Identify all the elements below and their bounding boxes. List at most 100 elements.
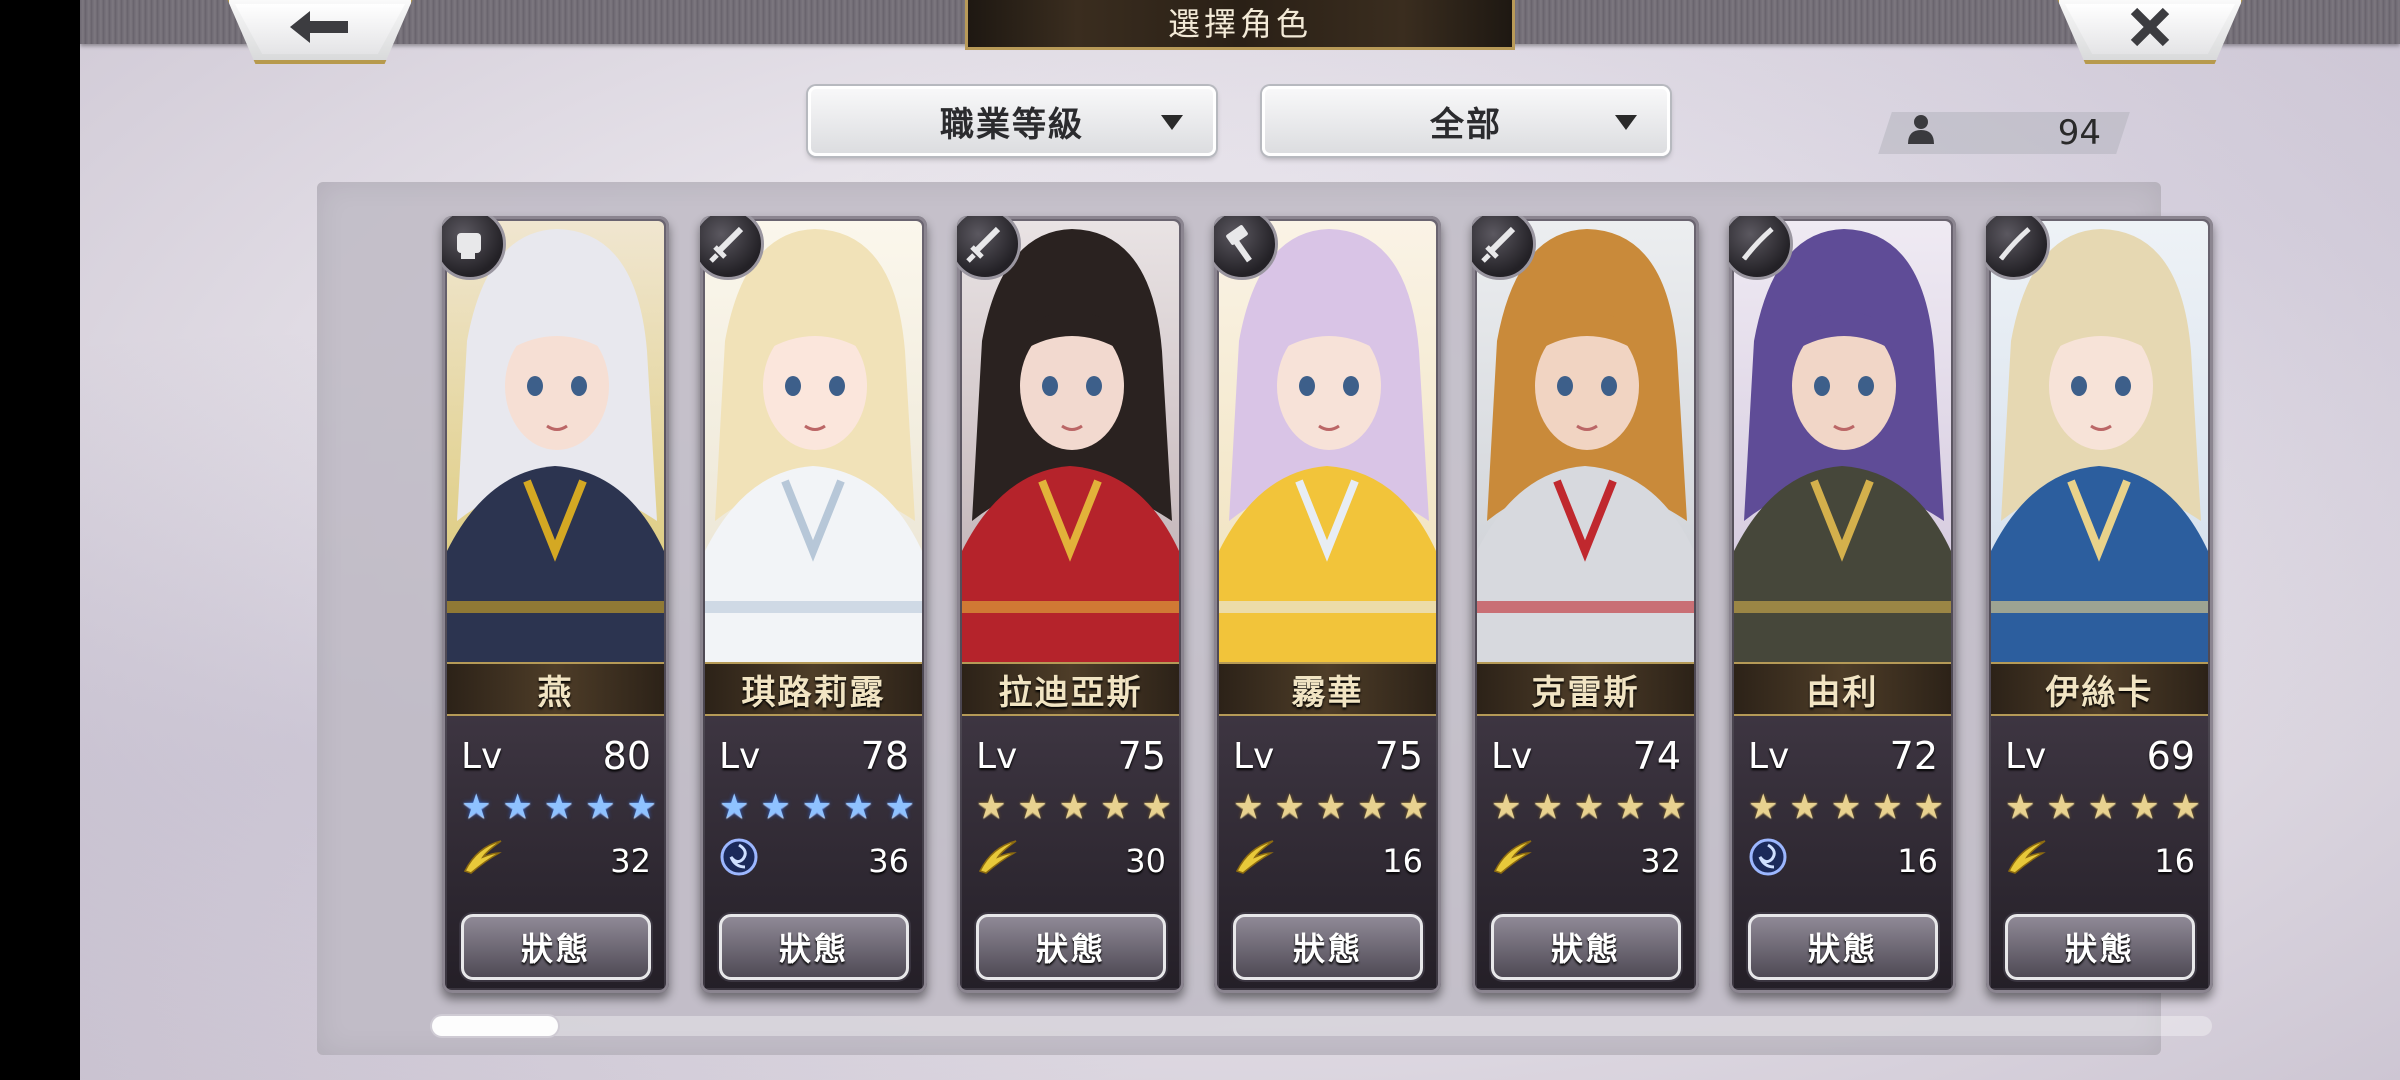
back-button[interactable] (225, 0, 415, 64)
element-row: 32 (461, 838, 651, 884)
level-value: 78 (860, 734, 909, 778)
character-portrait (705, 221, 922, 676)
rarity-stars: ★ ★ ★ ★ ★ (461, 788, 657, 826)
star-icon: ★ (1491, 787, 1522, 827)
star-icon: ★ (760, 787, 791, 827)
level-row: Lv 69 (2005, 734, 2195, 778)
element-value: 36 (868, 842, 909, 880)
level-label: Lv (2005, 735, 2047, 777)
status-button[interactable]: 狀態 (719, 914, 909, 980)
element-row: 36 (719, 838, 909, 884)
star-icon: ★ (1058, 787, 1090, 827)
character-card[interactable]: 伊絲卡 Lv 69 ★ ★ ★ ★ ★ 16 狀態 (1986, 216, 2213, 993)
star-icon: ★ (585, 787, 616, 827)
rarity-stars: ★ ★ ★ ★ ★ (2005, 788, 2201, 826)
character-card[interactable]: 由利 Lv 72 ★ ★ ★ ★ ★ 16 狀態 (1729, 216, 1956, 993)
star-icon: ★ (976, 787, 1007, 827)
element-value: 16 (2154, 842, 2195, 880)
element-value: 32 (610, 842, 651, 880)
status-button[interactable]: 狀態 (461, 914, 651, 980)
person-icon (1907, 113, 1935, 153)
star-icon: ★ (719, 787, 750, 827)
level-value: 69 (2146, 734, 2195, 778)
character-count: 94 (1885, 112, 2123, 154)
element-value: 32 (1640, 842, 1681, 880)
rarity-stars: ★ ★ ★ ★ ★ (1748, 788, 1944, 826)
star-icon: ★ (626, 787, 657, 827)
star-icon: ★ (1872, 787, 1903, 827)
element-row: 30 (976, 838, 1166, 884)
game-screen: 選擇角色 職業等級 全部 94 燕 Lv 80 ★ ★ ★ ★ ★ 32 狀態 琪路莉露 Lv 78 ★ ★… (80, 0, 2400, 1080)
star-icon: ★ (461, 787, 492, 827)
level-value: 80 (602, 734, 651, 778)
sort-dropdown[interactable]: 職業等級 (808, 86, 1216, 156)
star-icon: ★ (543, 787, 575, 827)
level-value: 72 (1889, 734, 1938, 778)
character-stats: Lv 72 ★ ★ ★ ★ ★ 16 狀態 (1734, 716, 1951, 988)
rarity-stars: ★ ★ ★ ★ ★ (1233, 788, 1429, 826)
scrollbar-thumb[interactable] (432, 1016, 558, 1036)
character-portrait (1991, 221, 2208, 676)
star-icon: ★ (2005, 787, 2036, 827)
rarity-stars: ★ ★ ★ ★ ★ (1491, 788, 1687, 826)
character-card[interactable]: 燕 Lv 80 ★ ★ ★ ★ ★ 32 狀態 (442, 216, 669, 993)
character-card[interactable]: 琪路莉露 Lv 78 ★ ★ ★ ★ ★ 36 狀態 (700, 216, 927, 993)
filter-dropdown[interactable]: 全部 (1262, 86, 1670, 156)
character-stats: Lv 80 ★ ★ ★ ★ ★ 32 狀態 (447, 716, 664, 988)
status-button[interactable]: 狀態 (2005, 914, 2195, 980)
star-icon: ★ (1656, 787, 1687, 827)
character-stats: Lv 75 ★ ★ ★ ★ ★ 16 狀態 (1219, 716, 1436, 988)
star-icon: ★ (1357, 787, 1388, 827)
star-icon: ★ (1615, 787, 1646, 827)
water-icon (1748, 837, 1788, 885)
element-value: 16 (1382, 842, 1423, 880)
status-button[interactable]: 狀態 (1491, 914, 1681, 980)
star-icon: ★ (1532, 787, 1563, 827)
triangle-down-icon (1161, 115, 1183, 130)
level-row: Lv 72 (1748, 734, 1938, 778)
status-button[interactable]: 狀態 (1233, 914, 1423, 980)
close-x-icon (2128, 5, 2172, 53)
status-button[interactable]: 狀態 (1748, 914, 1938, 980)
triangle-down-icon (1615, 115, 1637, 130)
close-button[interactable] (2055, 0, 2245, 64)
star-icon: ★ (1315, 787, 1347, 827)
character-name: 伊絲卡 (1991, 662, 2208, 716)
horizontal-scrollbar[interactable] (430, 1016, 2212, 1036)
character-name: 琪路莉露 (705, 662, 922, 716)
character-card[interactable]: 霧華 Lv 75 ★ ★ ★ ★ ★ 16 狀態 (1214, 216, 1441, 993)
star-icon: ★ (2046, 787, 2077, 827)
star-icon: ★ (2129, 787, 2160, 827)
character-stats: Lv 75 ★ ★ ★ ★ ★ 30 狀態 (962, 716, 1179, 988)
level-value: 75 (1374, 734, 1423, 778)
star-icon: ★ (1398, 787, 1429, 827)
wind-icon (2005, 837, 2049, 885)
rarity-stars: ★ ★ ★ ★ ★ (719, 788, 915, 826)
wind-icon (1233, 837, 1277, 885)
star-icon: ★ (502, 787, 533, 827)
element-value: 16 (1897, 842, 1938, 880)
level-row: Lv 75 (976, 734, 1166, 778)
character-card[interactable]: 克雷斯 Lv 74 ★ ★ ★ ★ ★ 32 狀態 (1472, 216, 1699, 993)
star-icon: ★ (2087, 787, 2119, 827)
star-icon: ★ (843, 787, 874, 827)
level-row: Lv 78 (719, 734, 909, 778)
star-icon: ★ (884, 787, 915, 827)
level-row: Lv 80 (461, 734, 651, 778)
star-icon: ★ (1573, 787, 1605, 827)
element-row: 16 (2005, 838, 2195, 884)
level-label: Lv (1748, 735, 1790, 777)
level-value: 74 (1632, 734, 1681, 778)
level-row: Lv 74 (1491, 734, 1681, 778)
level-label: Lv (1491, 735, 1533, 777)
star-icon: ★ (1274, 787, 1305, 827)
arrow-left-icon (288, 9, 352, 49)
character-portrait (1219, 221, 1436, 676)
status-button[interactable]: 狀態 (976, 914, 1166, 980)
rarity-stars: ★ ★ ★ ★ ★ (976, 788, 1172, 826)
water-icon (719, 837, 759, 885)
level-label: Lv (461, 735, 503, 777)
character-card[interactable]: 拉迪亞斯 Lv 75 ★ ★ ★ ★ ★ 30 狀態 (957, 216, 1184, 993)
star-icon: ★ (1233, 787, 1264, 827)
character-stats: Lv 69 ★ ★ ★ ★ ★ 16 狀態 (1991, 716, 2208, 988)
